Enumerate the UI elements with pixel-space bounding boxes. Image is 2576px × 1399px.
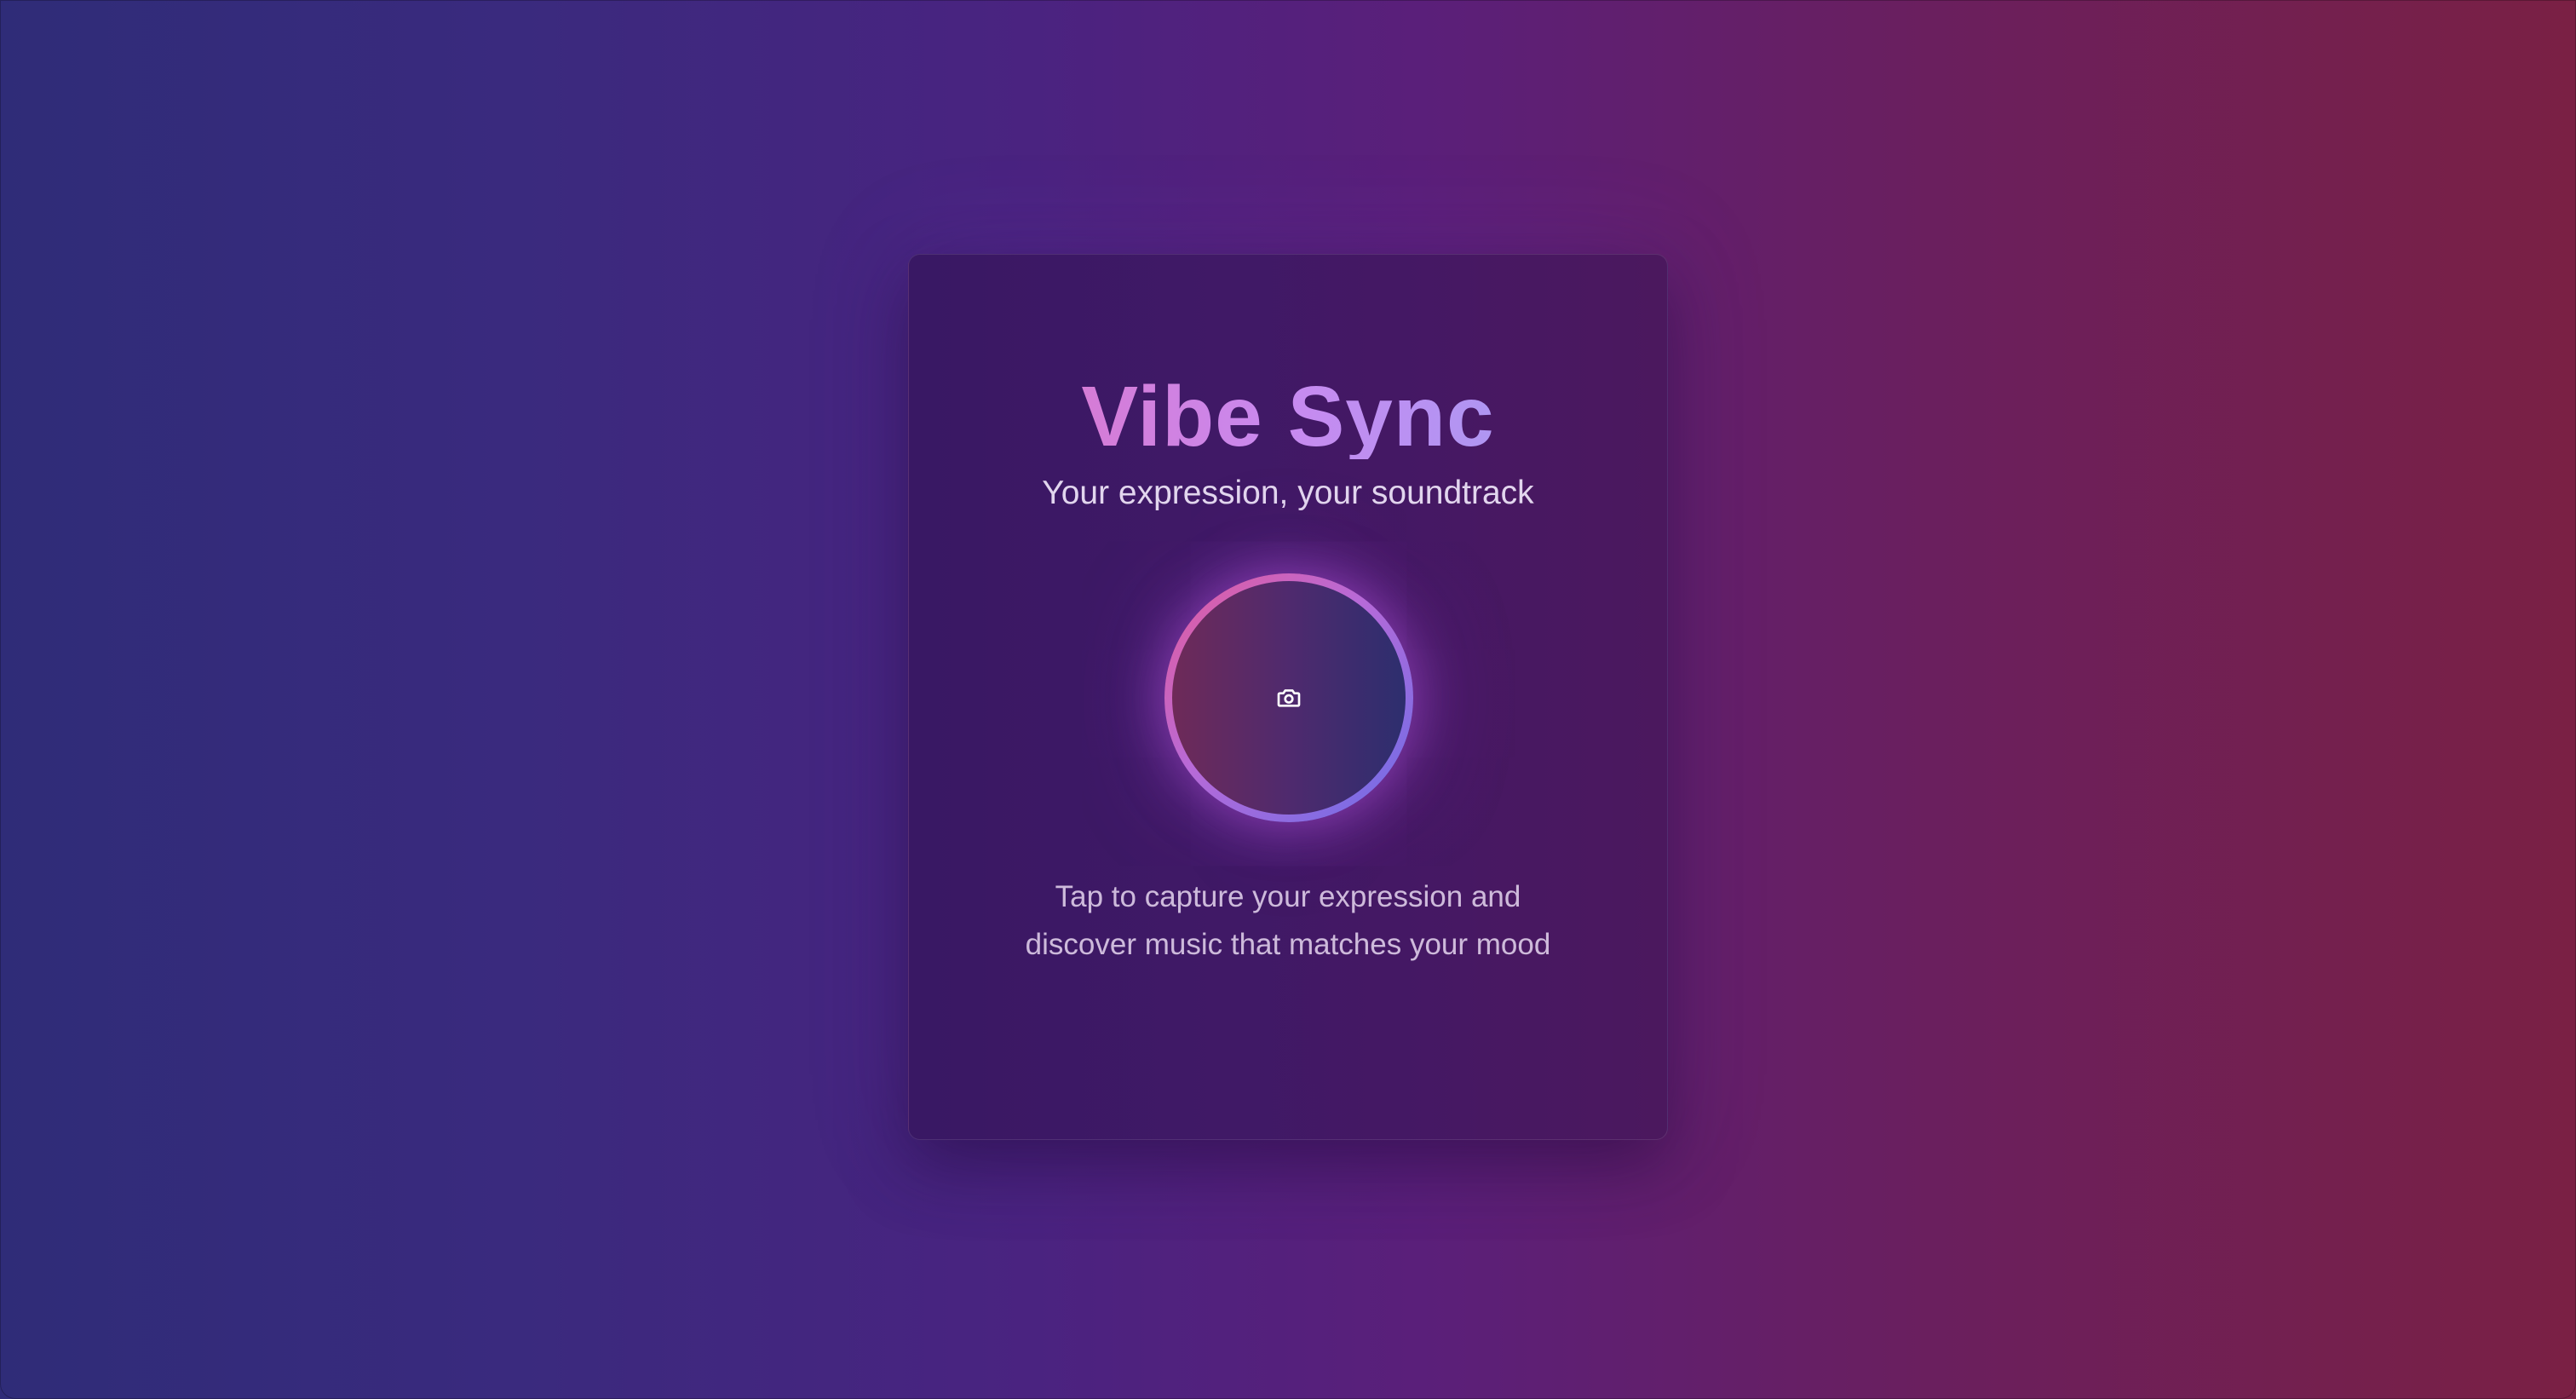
app-subtitle: Your expression, your soundtrack <box>1042 475 1534 511</box>
camera-icon <box>1277 689 1301 707</box>
capture-button[interactable] <box>1164 573 1413 822</box>
app-title: Vibe Sync <box>909 374 1667 459</box>
capture-button-inner[interactable] <box>1172 581 1406 815</box>
main-card: Vibe Sync Your expression, your soundtra… <box>908 254 1668 1140</box>
instruction-text: Tap to capture your expression and disco… <box>1025 880 1551 961</box>
